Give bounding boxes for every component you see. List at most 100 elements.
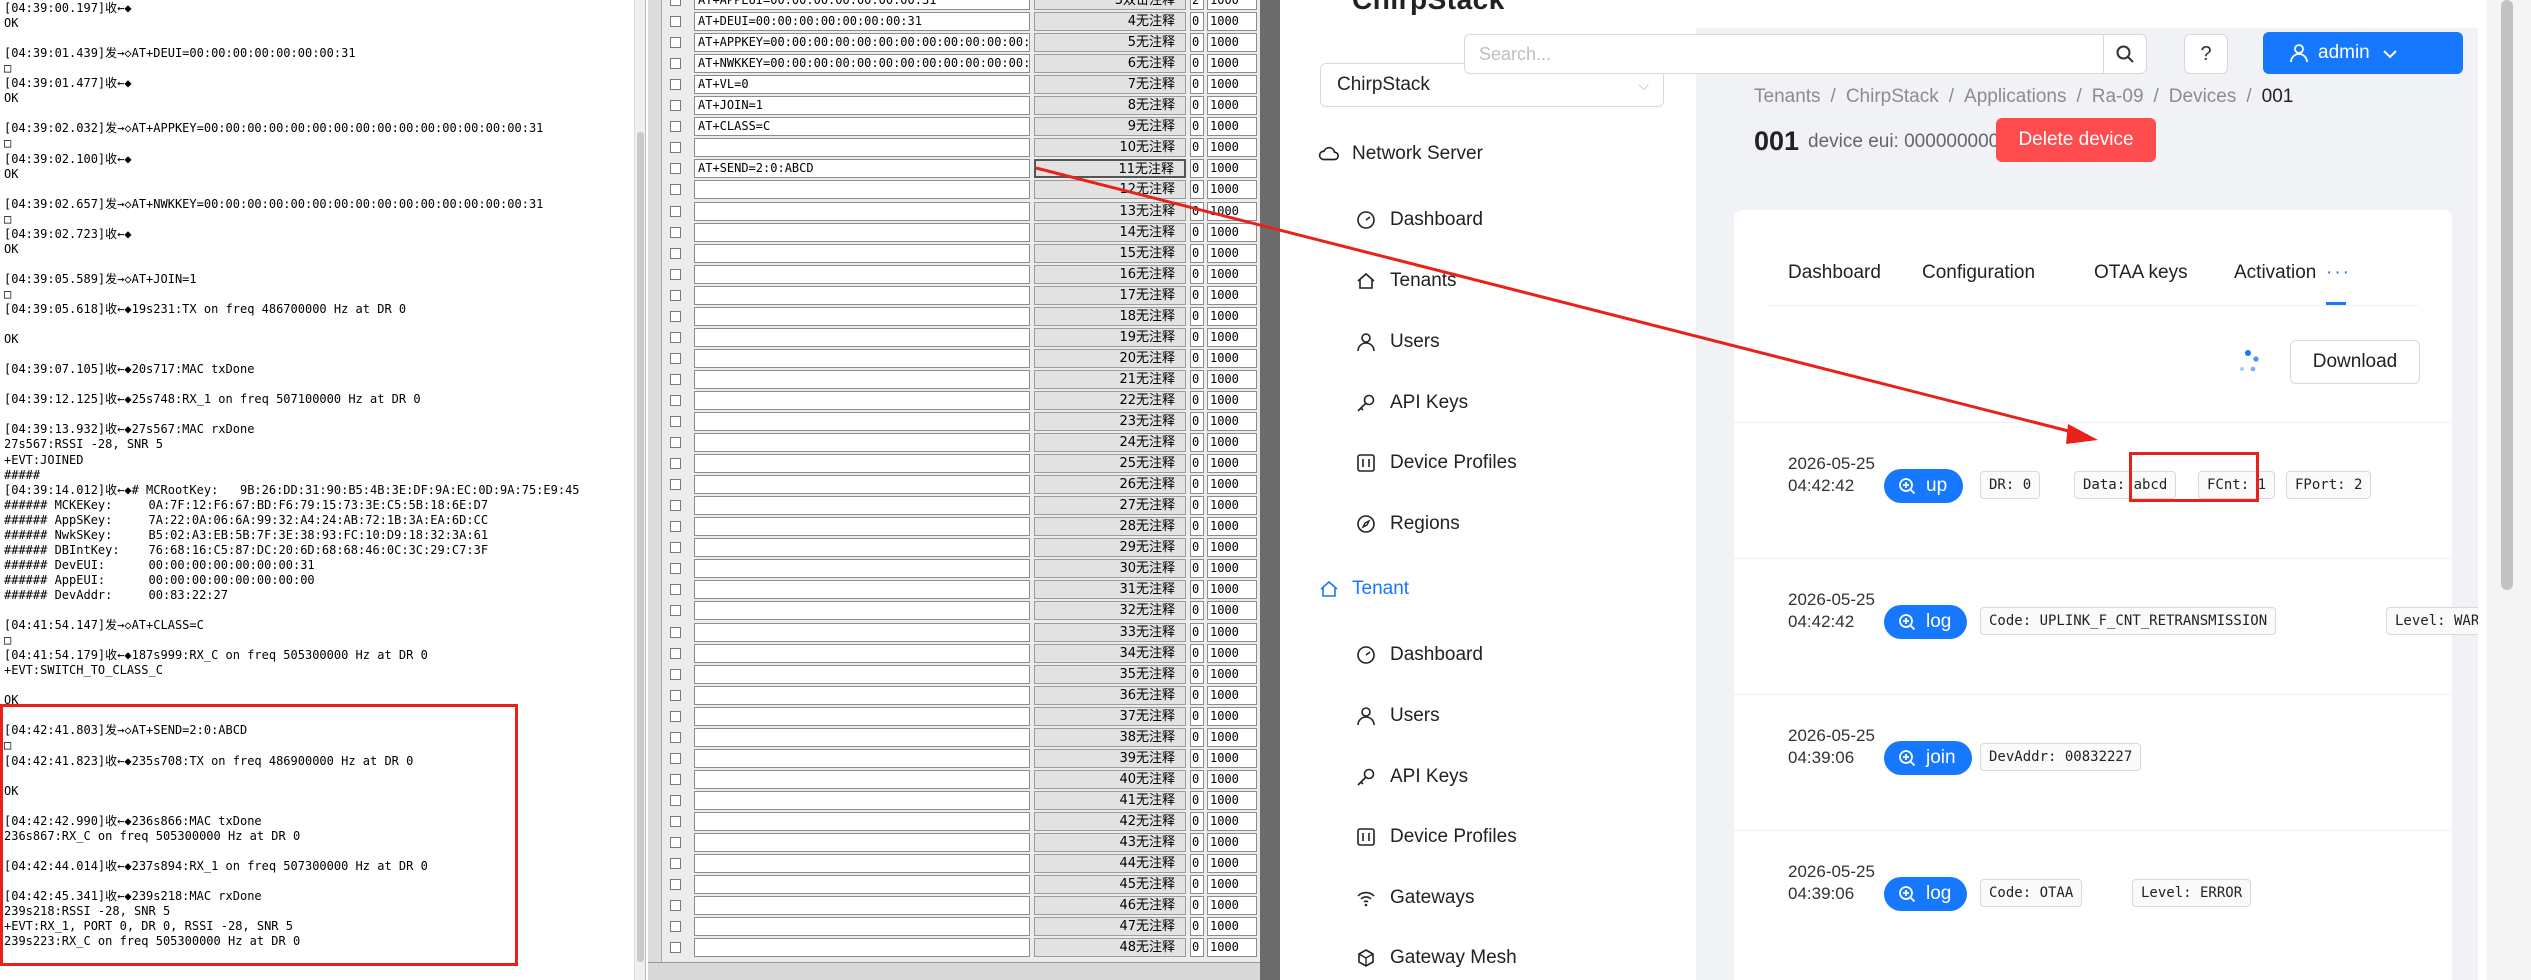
- delay-ms-field[interactable]: 1000: [1207, 433, 1257, 453]
- command-input[interactable]: AT+APPEUI=00:00:00:00:00:00:00:31: [694, 0, 1030, 10]
- command-input[interactable]: [694, 706, 1030, 726]
- delay-ms-field[interactable]: 1000: [1207, 875, 1257, 895]
- command-input[interactable]: AT+NWKKEY=00:00:00:00:00:00:00:00:00:00:…: [694, 54, 1030, 74]
- delay-ms-field[interactable]: 1000: [1207, 854, 1257, 874]
- send-checkbox[interactable]: [670, 794, 681, 806]
- send-checkbox[interactable]: [670, 605, 681, 617]
- delay-ms-field[interactable]: 1000: [1207, 201, 1257, 221]
- tab-dashboard[interactable]: Dashboard: [1788, 262, 1881, 284]
- tab-more[interactable]: ···: [2326, 262, 2351, 284]
- delay-ms-field[interactable]: 1000: [1207, 222, 1257, 242]
- delay-order-field[interactable]: 0: [1190, 517, 1204, 537]
- delay-order-field[interactable]: 0: [1190, 706, 1204, 726]
- delay-order-field[interactable]: 0: [1190, 790, 1204, 810]
- send-command-button[interactable]: 44无注释: [1034, 854, 1186, 874]
- send-command-button[interactable]: 15无注释: [1034, 243, 1186, 263]
- serial-log-panel[interactable]: [04:39:00.197]收←◆ OK [04:39:01.439]发→◇AT+D…: [0, 0, 646, 980]
- send-command-button[interactable]: 3双击注释: [1034, 0, 1186, 10]
- delay-order-field[interactable]: 0: [1190, 54, 1204, 74]
- send-command-button[interactable]: 7无注释: [1034, 75, 1186, 95]
- send-checkbox[interactable]: [670, 542, 681, 554]
- delay-order-field[interactable]: 0: [1190, 159, 1204, 179]
- command-input[interactable]: AT+SEND=2:0:ABCD: [694, 159, 1030, 179]
- send-command-button[interactable]: 41无注释: [1034, 790, 1186, 810]
- delay-ms-field[interactable]: 1000: [1207, 833, 1257, 852]
- delay-ms-field[interactable]: 1000: [1207, 917, 1257, 937]
- send-checkbox[interactable]: [670, 416, 681, 427]
- command-input[interactable]: [694, 517, 1030, 537]
- send-command-button[interactable]: 9无注释: [1034, 117, 1186, 137]
- send-checkbox[interactable]: [670, 184, 681, 196]
- send-command-button[interactable]: 21无注释: [1034, 369, 1186, 389]
- delay-ms-field[interactable]: 1000: [1207, 727, 1257, 747]
- delay-order-field[interactable]: 0: [1190, 327, 1204, 347]
- delay-order-field[interactable]: 0: [1190, 769, 1204, 789]
- delay-order-field[interactable]: 0: [1190, 580, 1204, 600]
- send-command-button[interactable]: 6无注释: [1034, 54, 1186, 74]
- delay-order-field[interactable]: 0: [1190, 348, 1204, 368]
- log-scrollbar-thumb[interactable]: [637, 132, 644, 962]
- delay-ms-field[interactable]: 1000: [1207, 601, 1257, 621]
- send-checkbox[interactable]: [670, 921, 681, 933]
- send-command-button[interactable]: 26无注释: [1034, 475, 1186, 495]
- delay-ms-field[interactable]: 1000: [1207, 896, 1257, 916]
- command-input[interactable]: [694, 433, 1030, 453]
- send-command-button[interactable]: 42无注释: [1034, 811, 1186, 831]
- delay-order-field[interactable]: 0: [1190, 727, 1204, 747]
- command-input[interactable]: AT+CLASS=C: [694, 117, 1030, 137]
- delay-order-field[interactable]: 0: [1190, 748, 1204, 768]
- command-input[interactable]: [694, 559, 1030, 579]
- delay-ms-field[interactable]: 1000: [1207, 454, 1257, 474]
- send-command-button[interactable]: 37无注释: [1034, 706, 1186, 726]
- send-command-button[interactable]: 27无注释: [1034, 496, 1186, 516]
- breadcrumb-chirpstack[interactable]: ChirpStack: [1846, 86, 1939, 107]
- command-input[interactable]: AT+VL=0: [694, 75, 1030, 95]
- send-checkbox[interactable]: [670, 100, 681, 112]
- delay-ms-field[interactable]: 1000: [1207, 0, 1257, 10]
- send-checkbox[interactable]: [670, 331, 681, 343]
- grid-scrollbar[interactable]: [1260, 0, 1280, 980]
- delay-ms-field[interactable]: 1000: [1207, 685, 1257, 705]
- command-input[interactable]: [694, 938, 1030, 958]
- command-input[interactable]: [694, 369, 1030, 389]
- breadcrumb-applications[interactable]: Applications: [1964, 86, 2066, 107]
- command-input[interactable]: [694, 390, 1030, 410]
- send-checkbox[interactable]: [670, 752, 681, 764]
- delay-order-field[interactable]: 0: [1190, 938, 1204, 958]
- send-command-button[interactable]: 28无注释: [1034, 517, 1186, 537]
- command-input[interactable]: [694, 201, 1030, 221]
- breadcrumb-application[interactable]: Ra-09: [2092, 86, 2144, 107]
- command-input[interactable]: [694, 412, 1030, 431]
- send-checkbox[interactable]: [670, 837, 681, 848]
- delay-order-field[interactable]: 0: [1190, 475, 1204, 495]
- send-command-button[interactable]: 13无注释: [1034, 201, 1186, 221]
- delay-order-field[interactable]: 0: [1190, 811, 1204, 831]
- delay-ms-field[interactable]: 1000: [1207, 769, 1257, 789]
- delay-order-field[interactable]: 2: [1190, 0, 1204, 10]
- send-checkbox[interactable]: [670, 373, 681, 385]
- delay-order-field[interactable]: 0: [1190, 33, 1204, 53]
- delay-ms-field[interactable]: 1000: [1207, 412, 1257, 431]
- delay-order-field[interactable]: 0: [1190, 369, 1204, 389]
- send-command-button[interactable]: 22无注释: [1034, 390, 1186, 410]
- command-input[interactable]: [694, 306, 1030, 326]
- delay-ms-field[interactable]: 1000: [1207, 559, 1257, 579]
- command-input[interactable]: [694, 727, 1030, 747]
- delay-order-field[interactable]: 0: [1190, 180, 1204, 200]
- delay-order-field[interactable]: 0: [1190, 833, 1204, 852]
- delay-order-field[interactable]: 0: [1190, 222, 1204, 242]
- send-command-button[interactable]: 31无注释: [1034, 580, 1186, 600]
- command-input[interactable]: [694, 811, 1030, 831]
- delay-ms-field[interactable]: 1000: [1207, 706, 1257, 726]
- delay-ms-field[interactable]: 1000: [1207, 243, 1257, 263]
- tab-activation[interactable]: Activation: [2234, 262, 2316, 284]
- command-input[interactable]: AT+APPKEY=00:00:00:00:00:00:00:00:00:00:…: [694, 33, 1030, 53]
- send-checkbox[interactable]: [670, 121, 681, 133]
- delay-ms-field[interactable]: 1000: [1207, 54, 1257, 74]
- send-checkbox[interactable]: [670, 668, 681, 680]
- delay-ms-field[interactable]: 1000: [1207, 811, 1257, 831]
- send-command-button[interactable]: 48无注释: [1034, 938, 1186, 958]
- send-command-button[interactable]: 4无注释: [1034, 12, 1186, 32]
- delay-order-field[interactable]: 0: [1190, 559, 1204, 579]
- send-checkbox[interactable]: [670, 37, 681, 49]
